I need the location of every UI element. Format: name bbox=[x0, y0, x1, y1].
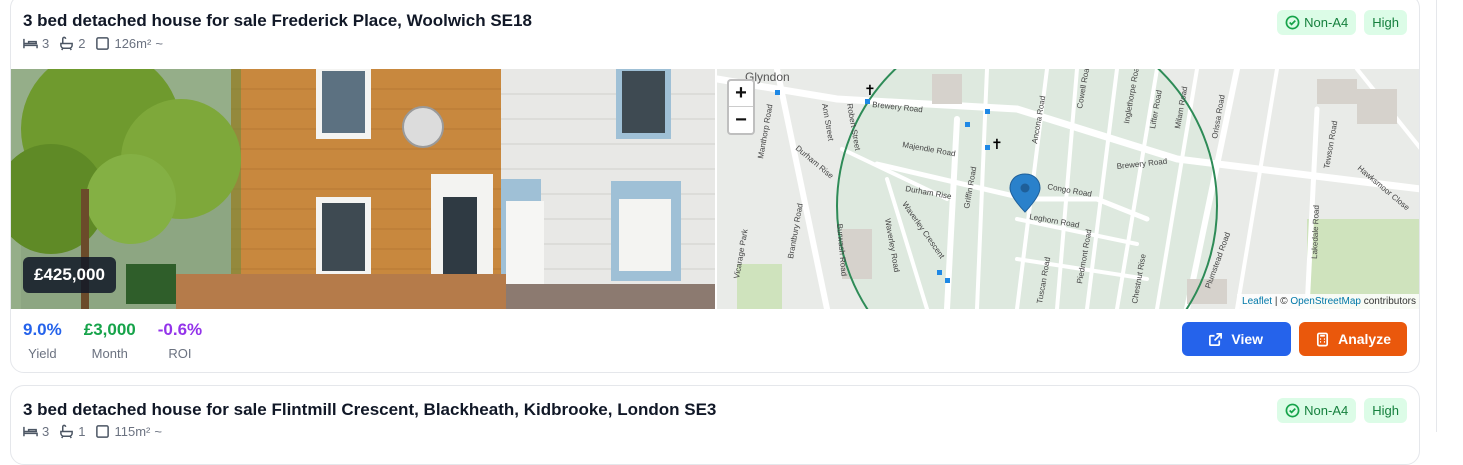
yield-label: Yield bbox=[28, 346, 57, 361]
epc-badge-label: Non-A4 bbox=[1304, 15, 1349, 30]
area-value: 126m² bbox=[114, 36, 152, 51]
listing-stats: 9.0% Yield £3,000 Month -0.6% ROI bbox=[23, 320, 202, 361]
area-icon bbox=[96, 37, 110, 50]
epc-badge-label: Non-A4 bbox=[1304, 403, 1349, 418]
house-photo-illustration bbox=[11, 69, 715, 309]
area-approx: ~ bbox=[155, 36, 163, 51]
svg-text:Lakedale Road: Lakedale Road bbox=[1310, 205, 1321, 259]
roi-label: ROI bbox=[168, 346, 192, 361]
yield-stat: 9.0% Yield bbox=[23, 320, 62, 361]
analyze-button[interactable]: Analyze bbox=[1299, 322, 1407, 356]
area-spec: 126m² ~ bbox=[95, 36, 163, 51]
bath-icon bbox=[60, 36, 74, 51]
monthly-value: £3,000 bbox=[83, 320, 136, 339]
roi-value: -0.6% bbox=[157, 320, 203, 339]
attribution-separator: | © bbox=[1274, 296, 1288, 307]
level-badge: High bbox=[1364, 398, 1407, 423]
listing-card: 3 bed detached house for sale Flintmill … bbox=[10, 385, 1420, 465]
location-map[interactable]: ✝ ✝ Glyndon Brewery Road Majendie Road D… bbox=[717, 69, 1419, 309]
bedrooms-spec: 3 bbox=[23, 36, 49, 51]
bathrooms-count: 2 bbox=[78, 36, 86, 51]
level-badge: High bbox=[1364, 10, 1407, 35]
monthly-stat: £3,000 Month bbox=[84, 320, 136, 361]
church-icon: ✝ bbox=[991, 136, 1003, 152]
external-link-icon bbox=[1209, 332, 1223, 346]
roi-stat: -0.6% ROI bbox=[158, 320, 202, 361]
listing-title[interactable]: 3 bed detached house for sale Frederick … bbox=[23, 11, 532, 31]
scrollbar-track[interactable] bbox=[1436, 0, 1463, 432]
listing-badges: Non-A4 High bbox=[1277, 398, 1407, 423]
property-photo[interactable]: £425,000 bbox=[11, 69, 715, 309]
zoom-out-button[interactable]: − bbox=[729, 107, 753, 133]
bed-icon bbox=[23, 38, 38, 49]
map-tiles: ✝ ✝ Glyndon Brewery Road Majendie Road D… bbox=[717, 69, 1419, 309]
bathrooms-spec: 2 bbox=[59, 36, 85, 51]
check-circle-icon bbox=[1285, 403, 1300, 418]
zoom-in-button[interactable]: + bbox=[729, 81, 753, 107]
listing-actions: View Analyze bbox=[1182, 322, 1407, 356]
analyze-button-label: Analyze bbox=[1338, 331, 1391, 347]
listing-title[interactable]: 3 bed detached house for sale Flintmill … bbox=[23, 400, 716, 420]
check-circle-icon bbox=[1285, 15, 1300, 30]
attribution-text: contributors bbox=[1363, 296, 1416, 307]
listing-card: 3 bed detached house for sale Frederick … bbox=[10, 0, 1420, 373]
leaflet-link[interactable]: Leaflet bbox=[1242, 296, 1272, 307]
osm-link[interactable]: OpenStreetMap bbox=[1290, 296, 1361, 307]
epc-badge: Non-A4 bbox=[1277, 10, 1357, 35]
price-tag: £425,000 bbox=[23, 257, 116, 293]
church-icon: ✝ bbox=[864, 82, 876, 98]
calculator-icon bbox=[1317, 332, 1329, 346]
map-attribution: Leaflet | © OpenStreetMap contributors bbox=[1237, 294, 1419, 309]
listing-badges: Non-A4 High bbox=[1277, 10, 1407, 35]
listing-specs: 3 2 126m² ~ bbox=[23, 36, 163, 51]
yield-value: 9.0% bbox=[23, 320, 62, 339]
map-zoom-control: + − bbox=[727, 79, 755, 135]
bedrooms-count: 3 bbox=[42, 36, 50, 51]
view-button[interactable]: View bbox=[1182, 322, 1292, 356]
view-button-label: View bbox=[1231, 331, 1264, 347]
epc-badge: Non-A4 bbox=[1277, 398, 1357, 423]
monthly-label: Month bbox=[91, 346, 128, 361]
